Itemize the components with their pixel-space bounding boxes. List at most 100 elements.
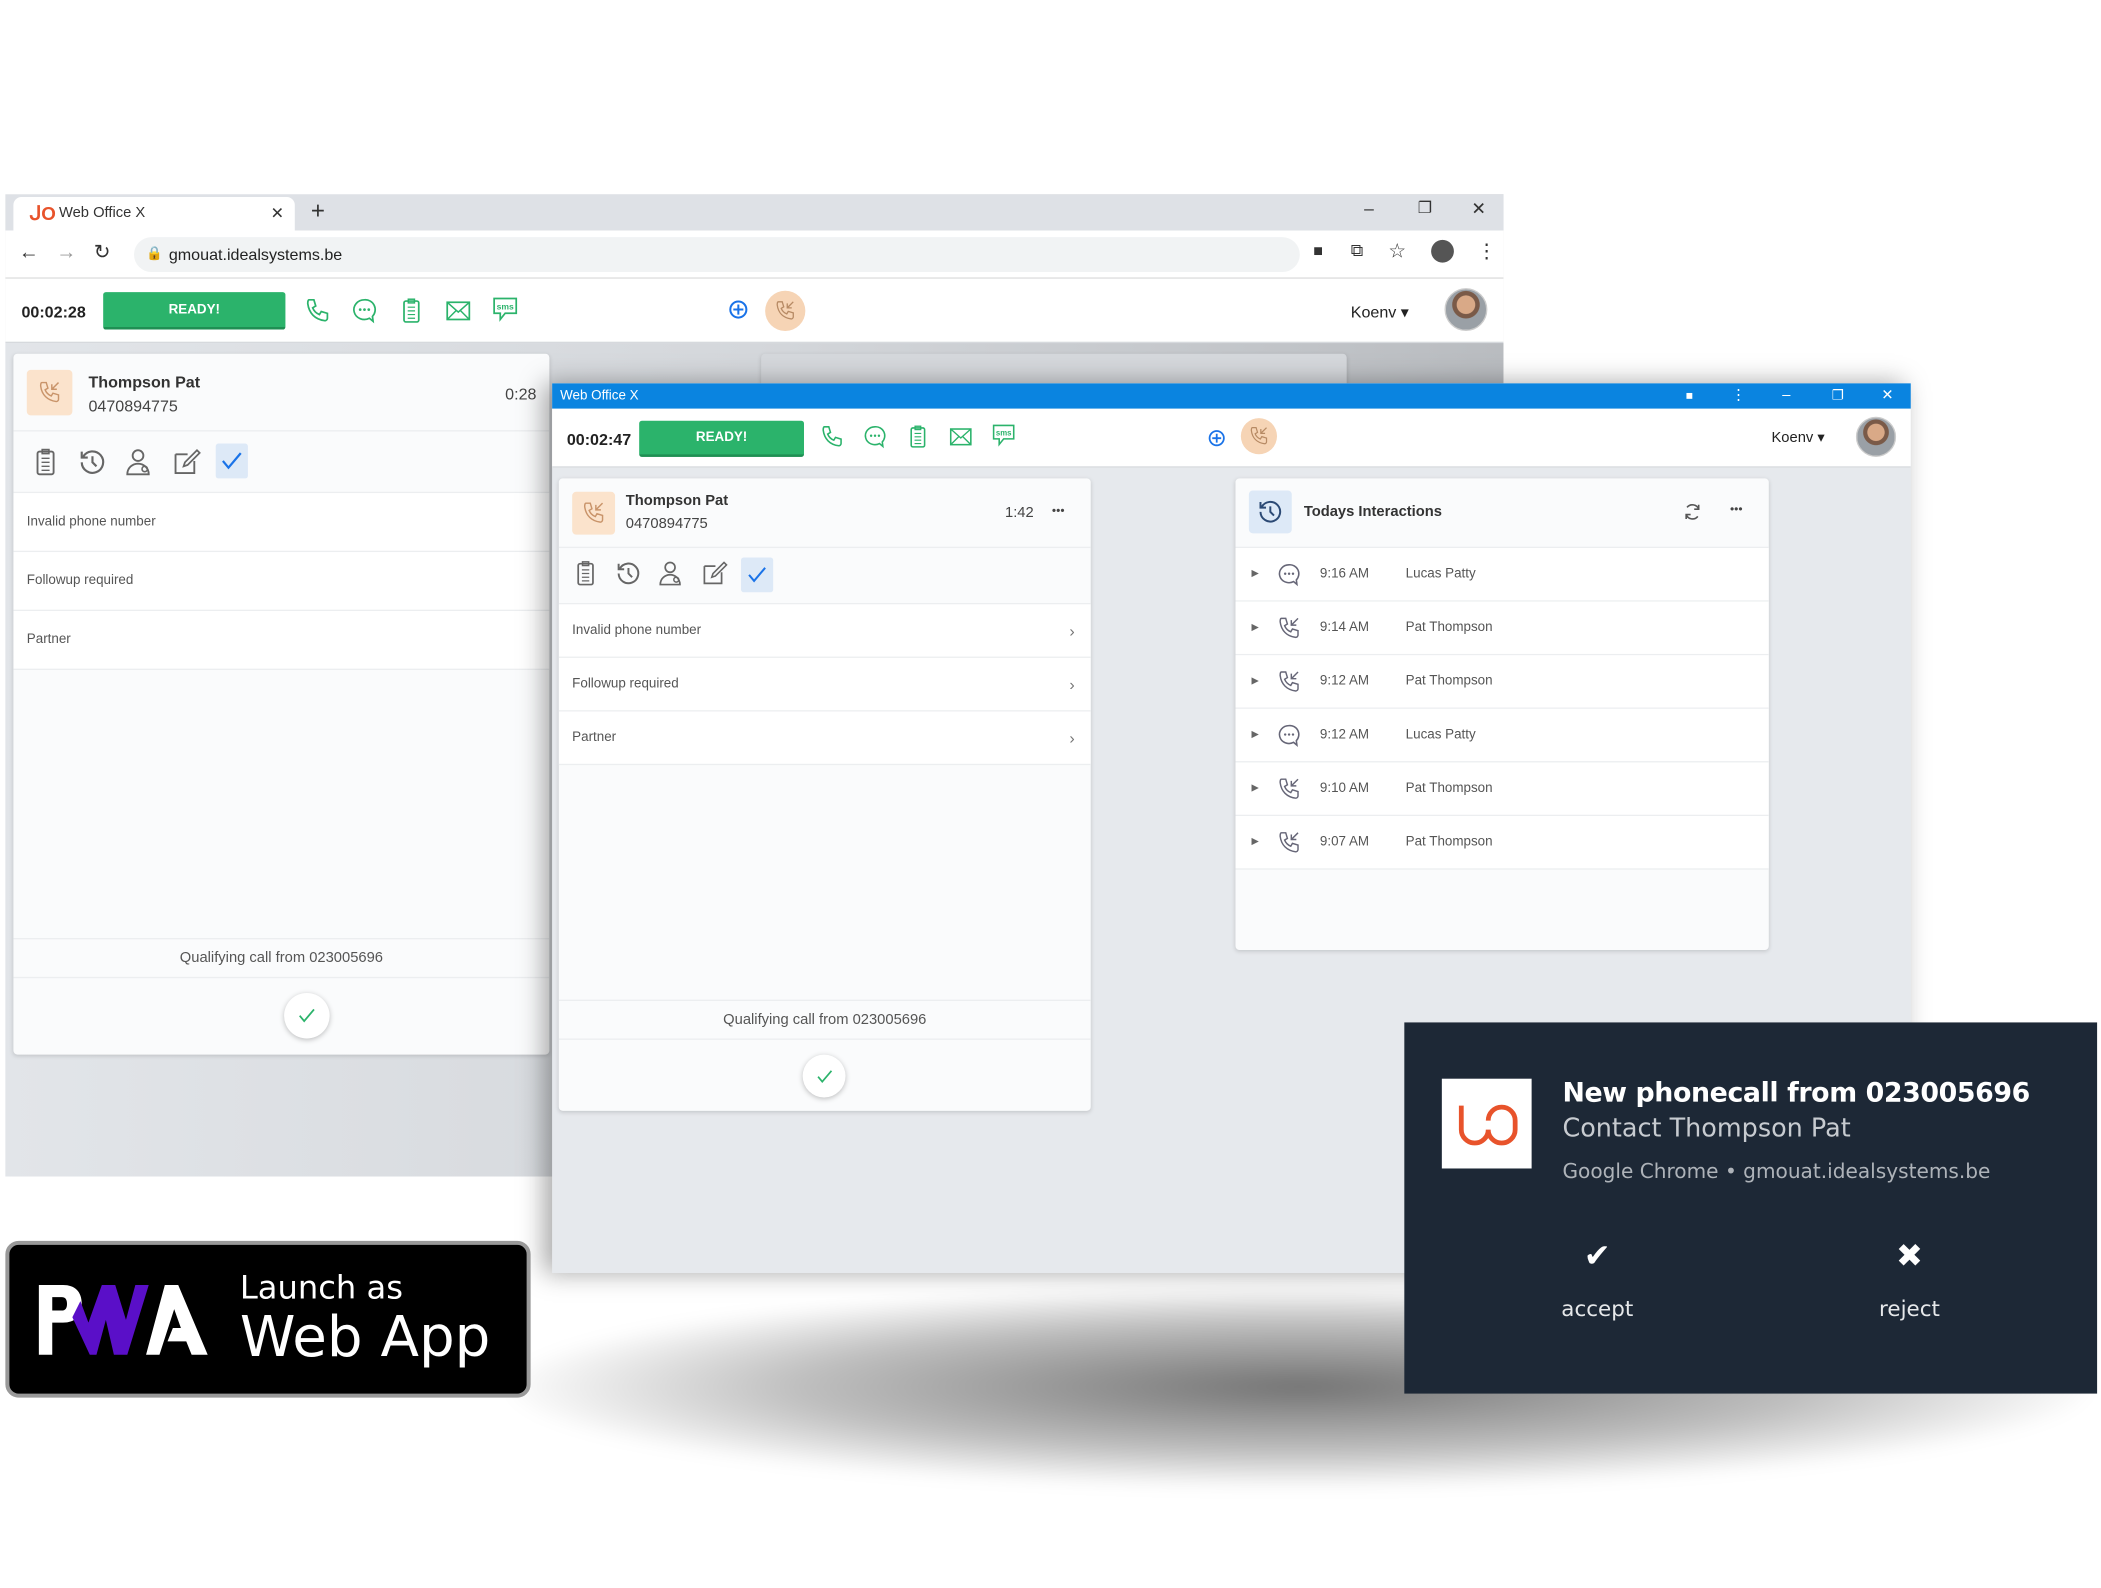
edit-icon[interactable] [699,559,728,588]
minimize-button[interactable]: – [1364,198,1374,218]
sms-icon[interactable] [490,295,519,324]
user-name: Koenv [1350,302,1397,322]
contact-card: Thompson Pat 0470894775 0:28 Invalid pho… [13,353,550,1055]
reload-icon[interactable]: ↻ [94,240,111,264]
interaction-row[interactable]: ▶ 9:14 AM Pat Thompson [1235,601,1769,656]
user-menu[interactable]: Koenv ▾ [1771,429,1824,446]
option-label: Followup required [26,573,134,589]
option-row[interactable]: Followup required › [558,657,1091,712]
chat-icon[interactable] [350,296,379,325]
edit-icon[interactable] [170,445,202,480]
profile-icon[interactable] [1431,239,1454,263]
option-row[interactable]: Partner › [558,711,1091,766]
more-options-button[interactable]: ••• [1052,504,1065,517]
interaction-row[interactable]: ▶ 9:10 AM Pat Thompson [1235,762,1769,817]
ready-button[interactable]: READY! [639,420,804,457]
chat-icon[interactable] [862,423,889,450]
back-arrow-icon[interactable]: ← [19,241,39,264]
refresh-icon[interactable] [1682,501,1703,522]
close-button[interactable]: ✕ [1471,198,1486,219]
brand-logo-icon [1458,1104,1518,1146]
mail-icon[interactable] [444,296,473,325]
avatar[interactable] [1855,416,1897,457]
confirm-button[interactable] [284,992,330,1039]
sms-icon[interactable] [990,422,1017,449]
option-label: Partner [572,730,617,746]
option-row[interactable]: Followup required [13,552,550,612]
interaction-row[interactable]: ▶ 9:12 AM Lucas Patty [1235,708,1769,763]
clipboard-icon[interactable] [905,423,932,450]
avatar[interactable] [1444,288,1488,331]
close-button[interactable]: ✕ [1881,383,1893,408]
forward-arrow-icon[interactable]: → [56,241,76,264]
expand-caret-icon[interactable]: ▶ [1252,602,1259,656]
qualify-tab[interactable] [741,557,774,593]
more-options-button[interactable]: ••• [1730,503,1743,516]
restore-button[interactable]: ❐ [1418,198,1432,217]
interaction-row[interactable]: ▶ 9:16 AM Lucas Patty [1235,548,1769,602]
interaction-time: 9:12 AM [1319,674,1370,689]
option-label: Invalid phone number [572,623,702,638]
close-icon: ✖ [1896,1236,1923,1275]
expand-caret-icon[interactable]: ▶ [1252,709,1259,763]
phone-icon[interactable] [819,423,846,450]
browser-tab[interactable]: ᒍO Web Office X ✕ [13,196,295,231]
interaction-row[interactable]: ▶ 9:12 AM Pat Thompson [1235,655,1769,709]
expand-caret-icon[interactable]: ▶ [1252,548,1259,602]
contact-icon[interactable] [123,445,155,480]
interaction-row[interactable]: ▶ 9:07 AM Pat Thompson [1235,816,1769,870]
add-icon[interactable] [726,297,750,321]
check-icon: ✔ [1583,1236,1611,1275]
user-menu[interactable]: Koenv ▾ [1351,303,1409,322]
option-label: Invalid phone number [26,514,156,530]
camera-icon[interactable]: ■ [1313,241,1323,260]
open-external-icon[interactable]: ⧉ [1351,240,1363,261]
contact-name: Thompson Pat [625,493,729,510]
chevron-right-icon: › [1069,728,1075,748]
interaction-contact: Lucas Patty [1405,727,1476,743]
expand-caret-icon[interactable]: ▶ [1252,655,1259,709]
clipboard-icon[interactable] [29,445,61,480]
ready-button[interactable]: READY! [103,292,286,330]
pwa-logo [38,1285,208,1355]
contact-icon[interactable] [657,559,686,588]
tab-close-icon[interactable]: ✕ [271,197,284,231]
restore-button[interactable]: ❐ [1832,383,1844,408]
option-row[interactable]: Invalid phone number › [558,604,1091,658]
call-duration: 1:42 [1005,505,1034,522]
accept-button[interactable]: ✔ accept [1517,1237,1678,1321]
call-notification: New phonecall from 023005696 Contact Tho… [1404,1022,2098,1394]
phone-icon[interactable] [303,296,332,325]
expand-caret-icon[interactable]: ▶ [1252,762,1259,816]
expand-caret-icon[interactable]: ▶ [1252,816,1259,870]
clipboard-icon[interactable] [571,559,600,588]
incoming-call-icon [1276,829,1303,856]
action-icon-row [13,431,550,494]
option-row[interactable]: Partner [13,611,550,670]
chevron-right-icon: › [1069,675,1075,695]
confirm-button[interactable] [802,1054,846,1098]
title-bar: Web Office X ■ ⋮ – ❐ ✕ [552,383,1911,409]
url-input[interactable]: 🔒 gmouat.idealsystems.be [134,237,1300,273]
add-icon[interactable] [1206,427,1227,448]
qualify-tab[interactable] [215,443,248,479]
launch-pwa-badge[interactable]: Launch as Web App [5,1240,531,1398]
active-call-indicator[interactable] [765,290,806,331]
option-row[interactable]: Invalid phone number [13,493,550,553]
clipboard-icon[interactable] [397,296,426,325]
contact-call-badge [26,369,73,416]
new-tab-button[interactable]: + [311,197,325,225]
menu-icon[interactable]: ⋮ [1731,383,1746,408]
check-icon [745,563,769,587]
star-icon[interactable]: ☆ [1388,239,1406,263]
mail-icon[interactable] [947,423,974,450]
active-call-indicator[interactable] [1240,418,1278,455]
reject-button[interactable]: ✖ reject [1829,1237,1990,1321]
camera-icon[interactable]: ■ [1686,383,1693,408]
history-icon[interactable] [614,559,643,588]
minimize-button[interactable]: – [1782,383,1790,408]
history-icon[interactable] [76,445,108,480]
pwa-line1: Launch as [239,1268,404,1307]
history-icon [1256,497,1285,526]
menu-icon[interactable]: ⋮ [1477,239,1497,263]
